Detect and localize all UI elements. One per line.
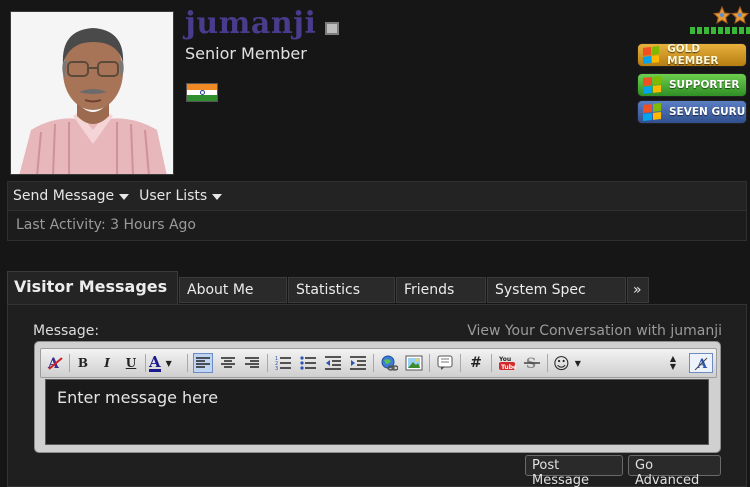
windows-logo-icon [643, 103, 661, 121]
insert-image-icon[interactable] [404, 353, 424, 373]
hash-tag-button[interactable]: # [466, 353, 486, 373]
send-message-dropdown[interactable]: Send Message [13, 188, 130, 204]
align-left-icon[interactable] [193, 353, 213, 373]
svg-text:Tube: Tube [501, 364, 516, 371]
bold-button[interactable]: B [73, 353, 93, 373]
tab-about-me[interactable]: About Me [179, 277, 287, 303]
tab-visitor-messages[interactable]: Visitor Messages [7, 271, 178, 304]
go-advanced-button[interactable]: Go Advanced [628, 455, 721, 487]
india-flag-icon [186, 83, 218, 102]
gold-member-badge: GOLD MEMBER [637, 43, 747, 67]
avatar [10, 11, 174, 175]
smilie-button[interactable]: ☺ ▼ [553, 353, 585, 373]
user-title: Senior Member [185, 44, 307, 63]
view-conversation-link[interactable]: View Your Conversation with jumanji [467, 323, 722, 339]
last-activity-label: Last Activity: [16, 217, 106, 233]
tab-friends[interactable]: Friends [396, 277, 486, 303]
profile-tabs: Visitor Messages About Me Statistics Fri… [7, 271, 747, 304]
remove-format-icon[interactable]: A [45, 353, 65, 373]
unordered-list-icon[interactable] [298, 353, 318, 373]
caret-down-icon [119, 194, 130, 200]
seven-guru-badge: SEVEN GURU [637, 100, 747, 124]
username: jumanji [185, 6, 317, 41]
badge-label: SUPPORTER [669, 79, 740, 91]
offline-status-icon [325, 22, 339, 35]
align-center-icon[interactable] [218, 353, 238, 373]
send-message-label: Send Message [13, 188, 115, 204]
quote-icon[interactable] [435, 353, 455, 373]
dropdown-arrow-icon: ▼ [165, 358, 172, 368]
tab-system-spec[interactable]: System Spec [487, 277, 626, 303]
supporter-badge: SUPPORTER [637, 73, 747, 97]
two-stars-icon [712, 5, 750, 26]
editor-toolbar: A B I U A ▼ 123 # You Tube S ☺ ▼ ▲ ▼ A [40, 348, 717, 378]
windows-logo-icon [643, 46, 660, 64]
badge-label: SEVEN GURU [669, 106, 746, 118]
resize-arrows-icon[interactable]: ▲ ▼ [663, 353, 683, 373]
reputation-bar [690, 27, 750, 34]
underline-button[interactable]: U [121, 353, 141, 373]
badge-label: GOLD MEMBER [667, 43, 719, 67]
message-editor: A B I U A ▼ 123 # You Tube S ☺ ▼ ▲ ▼ A E… [34, 341, 721, 453]
profile-actions-bar: Send Message User Lists [7, 181, 747, 211]
user-lists-label: User Lists [139, 188, 208, 204]
font-color-icon: A [149, 352, 161, 372]
last-activity: Last Activity: 3 Hours Ago [7, 211, 747, 241]
strikethrough-icon[interactable]: S [522, 353, 542, 373]
indent-icon[interactable] [348, 353, 368, 373]
tab-statistics[interactable]: Statistics [288, 277, 395, 303]
caret-down-icon [212, 194, 223, 200]
align-right-icon[interactable] [242, 353, 262, 373]
post-message-button[interactable]: Post Message [525, 455, 623, 487]
message-textarea[interactable]: Enter message here [45, 379, 709, 445]
dropdown-arrow-icon: ▼ [574, 358, 581, 368]
smiley-icon: ☺ [553, 353, 570, 373]
svg-text:You: You [498, 356, 511, 363]
svg-text:3: 3 [275, 366, 278, 370]
switch-editor-mode-icon[interactable]: A [689, 353, 713, 373]
tab-more[interactable]: » [627, 277, 649, 303]
insert-link-icon[interactable] [379, 353, 399, 373]
outdent-icon[interactable] [323, 353, 343, 373]
last-activity-value: 3 Hours Ago [110, 217, 196, 233]
windows-logo-icon [643, 76, 661, 94]
user-lists-dropdown[interactable]: User Lists [139, 188, 223, 204]
ordered-list-icon[interactable]: 123 [273, 353, 293, 373]
message-label: Message: [33, 323, 100, 339]
italic-button[interactable]: I [97, 353, 117, 373]
font-color-button[interactable]: A ▼ [149, 353, 181, 373]
youtube-icon[interactable]: You Tube [497, 353, 517, 373]
